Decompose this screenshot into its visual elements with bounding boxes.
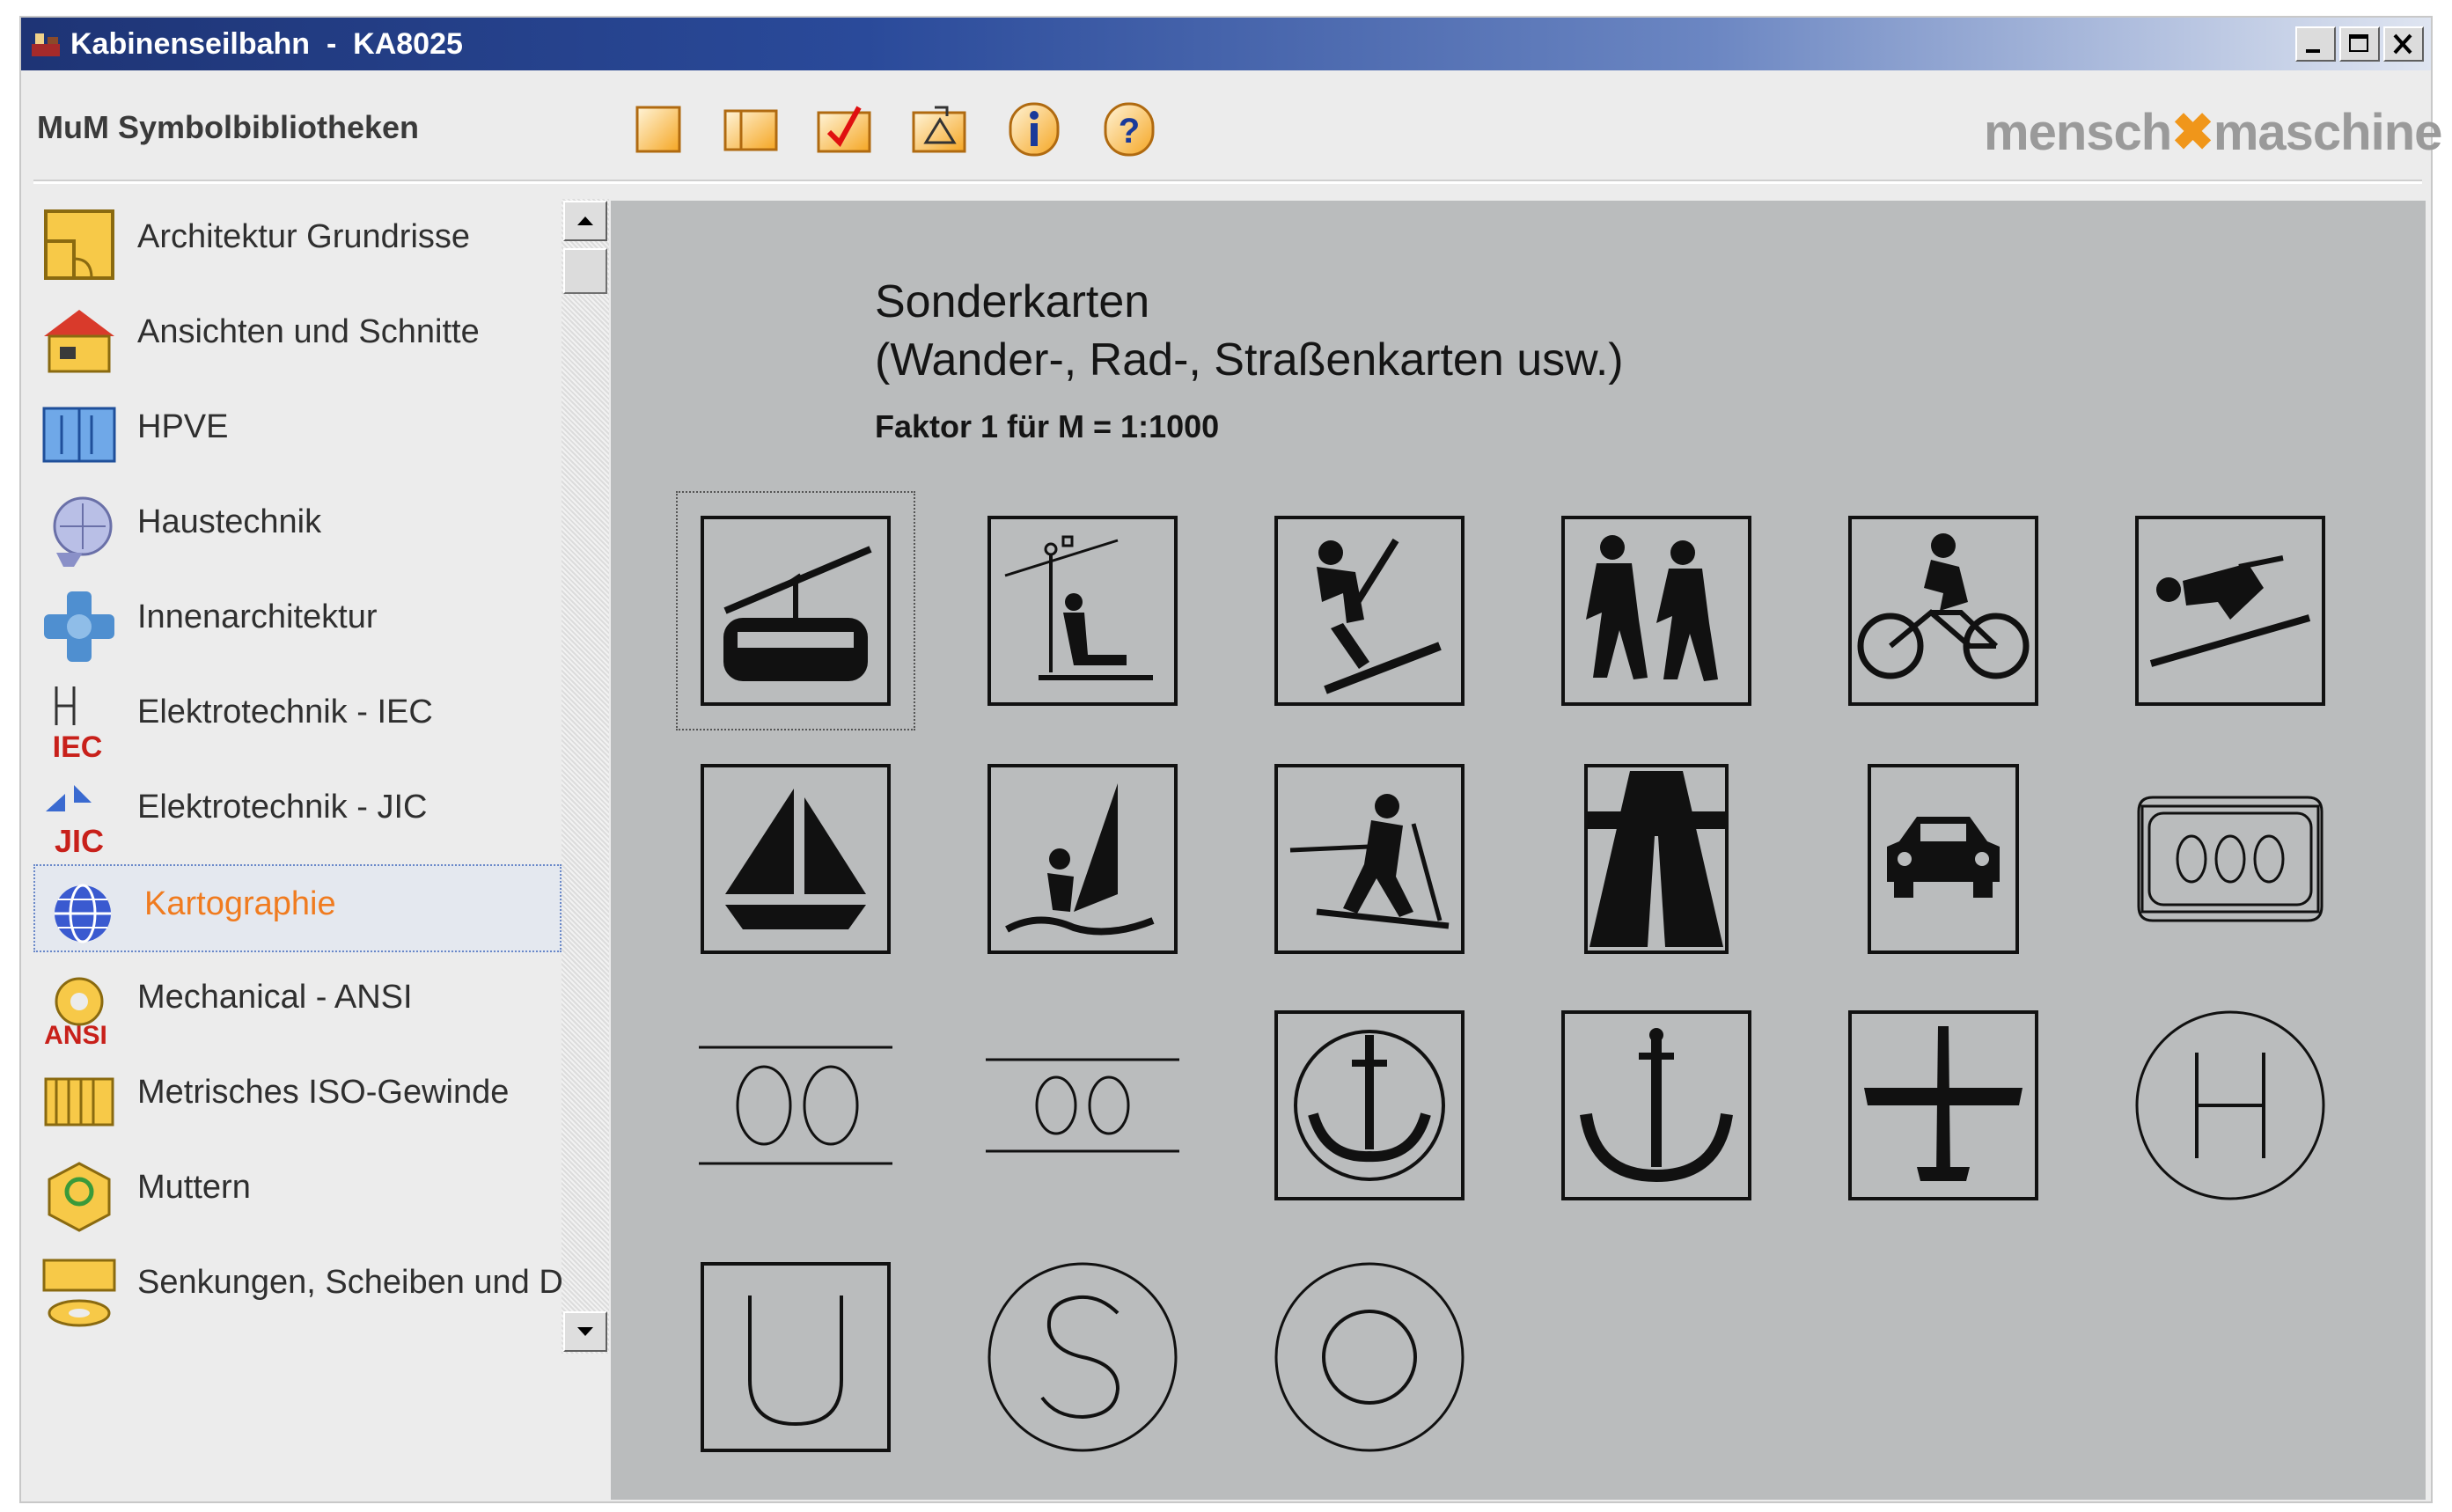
scroll-thumb[interactable] — [563, 248, 607, 294]
check-icon[interactable] — [815, 102, 873, 157]
brand-logo: mensch✖maschine — [1984, 102, 2443, 162]
sidebar-item-elektrotechnik-jic[interactable]: JIC Elektrotechnik - JIC — [33, 769, 562, 857]
sidebar-item-innenarchitektur[interactable]: Innenarchitektur — [33, 579, 562, 667]
airport-symbol[interactable] — [1846, 1009, 2040, 1202]
sidebar-item-label: Metrisches ISO-Gewinde — [137, 1074, 510, 1111]
sidebar-item-ansichten-und-schnitte[interactable]: Ansichten und Schnitte — [33, 294, 562, 382]
close-icon — [2393, 33, 2412, 55]
maximize-icon — [2349, 34, 2368, 52]
globe-icon — [55, 884, 111, 943]
floorplan-icon — [44, 209, 114, 280]
arrow-down-icon — [577, 1327, 593, 1336]
three-digit-road-sign-symbol[interactable] — [2133, 762, 2327, 956]
scroll-up-button[interactable] — [563, 201, 607, 241]
library-title: MuM Symbolbibliotheken — [37, 109, 420, 145]
hvac-icon — [53, 496, 113, 567]
minimize-button[interactable] — [2295, 26, 2336, 62]
anchor-circle-symbol[interactable] — [1273, 1009, 1466, 1202]
toolbar-divider — [33, 180, 2422, 184]
two-digit-road-sign-small-symbol[interactable] — [986, 1009, 1179, 1202]
page-title: Sonderkarten (Wander-, Rad-, Straßenkart… — [875, 276, 1624, 385]
hiking-symbol[interactable] — [1560, 514, 1753, 708]
hpve-icon — [42, 407, 116, 463]
washer-icon — [42, 1259, 116, 1327]
house-icon — [44, 310, 114, 373]
svg-text:JIC: JIC — [55, 823, 104, 857]
sidebar-item-senkungen[interactable]: Senkungen, Scheiben und Du — [33, 1244, 582, 1332]
sidebar-item-mechanical-ansi[interactable]: ANSI Mechanical - ANSI — [33, 959, 562, 1047]
motorway-symbol[interactable] — [1560, 762, 1753, 956]
sidebar-item-label: Architektur Grundrisse — [137, 218, 471, 255]
thread-icon — [44, 1077, 114, 1127]
windsurfing-symbol[interactable] — [986, 762, 1179, 956]
sidebar-item-metrisches-iso-gewinde[interactable]: Metrisches ISO-Gewinde — [33, 1054, 562, 1142]
sidebar-item-label: Kartographie — [144, 885, 336, 922]
iec-icon: IEC — [53, 686, 103, 762]
window-title: Kabinenseilbahn - KA8025 — [70, 27, 463, 61]
sidebar-item-label: Elektrotechnik - JIC — [137, 789, 428, 826]
sidebar-item-label: Mechanical - ANSI — [137, 979, 413, 1016]
heliport-symbol[interactable] — [2133, 1009, 2327, 1202]
close-button[interactable] — [2383, 26, 2424, 62]
open-icon[interactable] — [722, 102, 780, 157]
two-digit-road-sign-symbol[interactable] — [699, 1009, 892, 1202]
sidebar-item-label: Ansichten und Schnitte — [137, 313, 480, 350]
arrow-up-icon — [577, 217, 593, 225]
insert-icon[interactable] — [910, 102, 968, 157]
sidebar-scrollbar[interactable] — [562, 199, 609, 1354]
sidebar-item-label: Senkungen, Scheiben und Du — [137, 1264, 582, 1301]
s-bahn-symbol[interactable] — [986, 1260, 1179, 1454]
logo-right-text: maschine — [2213, 104, 2443, 161]
maximize-button[interactable] — [2339, 26, 2380, 62]
nut-icon — [48, 1162, 111, 1232]
sidebar-item-muttern[interactable]: Muttern — [33, 1149, 562, 1237]
sidebar-item-label: HPVE — [137, 408, 229, 445]
app-icon — [32, 33, 60, 56]
sidebar-item-haustechnik[interactable]: Haustechnik — [33, 484, 562, 572]
sidebar-item-label: Haustechnik — [137, 503, 322, 540]
svg-text:ANSI: ANSI — [44, 1021, 107, 1047]
info-icon[interactable] — [1005, 102, 1063, 157]
jic-icon: JIC — [46, 785, 104, 857]
svg-text:IEC: IEC — [53, 730, 103, 762]
sidebar-item-label: Muttern — [137, 1169, 251, 1206]
anchor-symbol[interactable] — [1560, 1009, 1753, 1202]
sailing-symbol[interactable] — [699, 762, 892, 956]
gear-icon: ANSI — [44, 977, 107, 1047]
svg-text:?: ? — [1119, 112, 1140, 150]
logo-left-text: mensch — [1984, 104, 2172, 161]
new-icon[interactable] — [630, 102, 688, 157]
cross-country-ski-symbol[interactable] — [1273, 762, 1466, 956]
sidebar-item-hpve[interactable]: HPVE — [33, 389, 562, 477]
sidebar-item-label: Innenarchitektur — [137, 598, 378, 635]
sidebar-item-kartographie[interactable]: Kartographie — [33, 864, 562, 952]
help-icon[interactable]: ? — [1100, 102, 1158, 157]
sidebar-item-architektur-grundrisse[interactable]: Architektur Grundrisse — [33, 199, 562, 287]
logo-x-icon: ✖ — [2171, 104, 2214, 161]
downhill-ski-symbol[interactable] — [2133, 514, 2327, 708]
application-window: Kabinenseilbahn - KA8025 MuM Symbolbibli… — [19, 16, 2442, 1503]
ski-jump-symbol[interactable] — [1273, 514, 1466, 708]
u-bahn-symbol[interactable] — [699, 1260, 892, 1454]
interior-icon — [44, 591, 114, 662]
cable-car-symbol[interactable] — [676, 491, 915, 730]
car-symbol[interactable] — [1846, 762, 2040, 956]
o-circle-symbol[interactable] — [1273, 1260, 1466, 1454]
sidebar-item-label: Elektrotechnik - IEC — [137, 694, 433, 730]
scale-factor-label: Faktor 1 für M = 1:1000 — [875, 408, 1220, 444]
cycling-symbol[interactable] — [1846, 514, 2040, 708]
symbol-panel: Sonderkarten (Wander-, Rad-, Straßenkart… — [611, 201, 2426, 1500]
library-list: Architektur Grundrisse Ansichten und Sch… — [33, 199, 582, 1501]
sidebar-item-elektrotechnik-iec[interactable]: IEC Elektrotechnik - IEC — [33, 674, 562, 762]
title-bar[interactable]: Kabinenseilbahn - KA8025 — [21, 18, 2431, 70]
scroll-down-button[interactable] — [563, 1311, 607, 1352]
minimize-icon — [2306, 49, 2320, 53]
chairlift-symbol[interactable] — [986, 514, 1179, 708]
